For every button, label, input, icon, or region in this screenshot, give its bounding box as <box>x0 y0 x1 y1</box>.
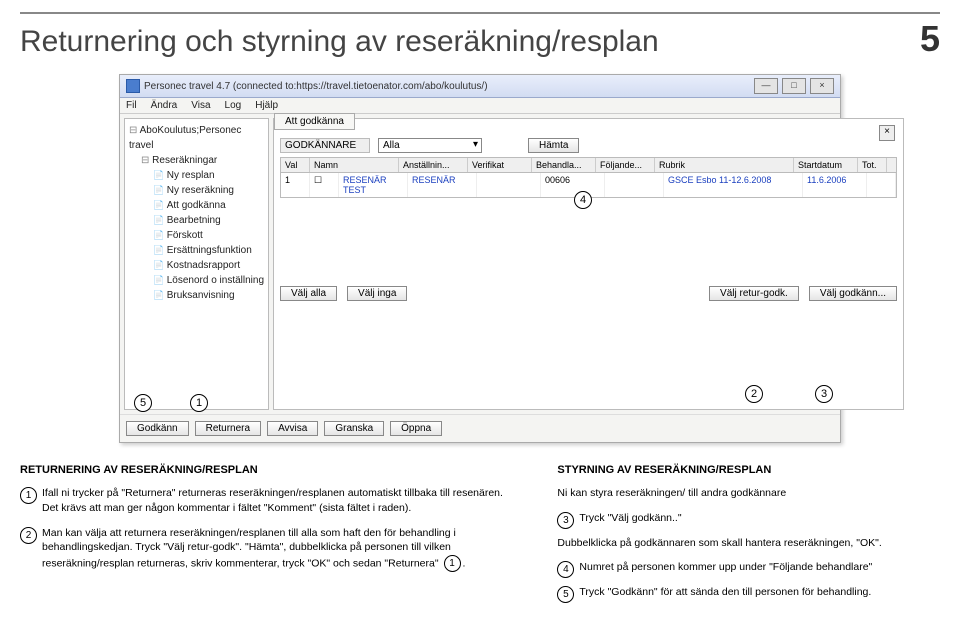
row-checkbox[interactable]: ☐ <box>310 173 339 197</box>
left-heading: RETURNERING AV RESERÄKNING/RESPLAN <box>20 463 517 478</box>
right-p-dbl: Dubbelklicka på godkännaren som skall ha… <box>557 536 940 551</box>
inline-step-1-icon: 1 <box>444 555 461 572</box>
left-p2-end: . <box>463 557 466 569</box>
left-para-1: 1 Ifall ni trycker på "Returnera" return… <box>20 486 517 515</box>
filter-label: GODKÄNNARE <box>280 138 370 153</box>
col-beh[interactable]: Behandla... <box>532 158 596 172</box>
valj-alla-button[interactable]: Välj alla <box>280 286 337 301</box>
right-p4-text: Numret på personen kommer upp under "Föl… <box>579 561 872 573</box>
panel-close-icon[interactable]: × <box>879 125 895 141</box>
row-tot <box>867 173 896 197</box>
row-anst: RESENÄR <box>408 173 477 197</box>
menu-andra[interactable]: Ändra <box>151 100 178 111</box>
valj-retur-button[interactable]: Välj retur-godk. <box>709 286 799 301</box>
right-para-4: 4 Numret på personen kommer upp under "F… <box>557 560 940 575</box>
page-title: Returnering och styrning av reseräkning/… <box>20 25 659 59</box>
right-p1: Ni kan styra reseräkningen/ till andra g… <box>557 486 940 501</box>
menu-log[interactable]: Log <box>225 100 242 111</box>
menu-fil[interactable]: Fil <box>126 100 137 111</box>
col-ver[interactable]: Verifikat <box>468 158 532 172</box>
tree-item[interactable]: Ny reseräkning <box>129 183 264 198</box>
fetch-button[interactable]: Hämta <box>528 138 579 153</box>
granska-button[interactable]: Granska <box>324 421 384 436</box>
right-p3-text: Tryck "Välj godkänn.." <box>579 512 681 524</box>
row-rubrik: GSCE Esbo 11-12.6.2008 <box>664 173 803 197</box>
app-window: Personec travel 4.7 (connected to:https:… <box>119 74 841 443</box>
tree-root[interactable]: AboKoulutus;Personec travel <box>129 123 264 153</box>
tree-item[interactable]: Att godkänna <box>129 198 264 213</box>
tree-item[interactable]: Kostnadsrapport <box>129 258 264 273</box>
godkann-button[interactable]: Godkänn <box>126 421 189 436</box>
close-button[interactable]: × <box>810 78 834 94</box>
row-ver <box>477 173 541 197</box>
callout-3: 3 <box>815 385 833 403</box>
menu-hjalp[interactable]: Hjälp <box>255 100 278 111</box>
right-para-5: 5 Tryck "Godkänn" för att sända den till… <box>557 585 940 600</box>
app-icon <box>126 79 140 93</box>
tree-item[interactable]: Förskott <box>129 228 264 243</box>
menu-visa[interactable]: Visa <box>191 100 210 111</box>
bottom-toolbar: Godkänn Returnera Avvisa Granska Öppna <box>120 414 840 442</box>
returnera-button[interactable]: Returnera <box>195 421 261 436</box>
col-rubrik[interactable]: Rubrik <box>655 158 794 172</box>
col-folj[interactable]: Följande... <box>596 158 655 172</box>
row-folj <box>605 173 664 197</box>
minimize-button[interactable]: — <box>754 78 778 94</box>
tree-item[interactable]: Ny resplan <box>129 168 264 183</box>
step-5-icon: 5 <box>557 586 574 603</box>
page-number: 5 <box>920 18 940 60</box>
avvisa-button[interactable]: Avvisa <box>267 421 318 436</box>
valj-godkann-button[interactable]: Välj godkänn... <box>809 286 897 301</box>
step-2-icon: 2 <box>20 527 37 544</box>
callout-2: 2 <box>745 385 763 403</box>
row-start: 11.6.2006 <box>803 173 867 197</box>
step-3-icon: 3 <box>557 512 574 529</box>
right-p5-text: Tryck "Godkänn" för att sända den till p… <box>579 586 871 598</box>
filter-dropdown[interactable]: Alla <box>378 138 482 153</box>
valj-inga-button[interactable]: Välj inga <box>347 286 407 301</box>
tree-item[interactable]: Ersättningsfunktion <box>129 243 264 258</box>
right-pdbl-text: Dubbelklicka på godkännaren som skall ha… <box>557 537 881 549</box>
row-index: 1 <box>281 173 310 197</box>
col-namn[interactable]: Namn <box>310 158 399 172</box>
step-1-icon: 1 <box>20 487 37 504</box>
content-panel: Att godkänna × GODKÄNNARE Alla Hämta Val… <box>273 118 904 410</box>
tree-item[interactable]: Lösenord o inställning <box>129 273 264 288</box>
window-title: Personec travel 4.7 (connected to:https:… <box>144 81 488 92</box>
maximize-button[interactable]: □ <box>782 78 806 94</box>
grid-header: Val Namn Anställnin... Verifikat Behandl… <box>280 157 897 173</box>
col-val[interactable]: Val <box>281 158 310 172</box>
left-para-2: 2 Man kan välja att returnera reseräknin… <box>20 526 517 572</box>
nav-tree[interactable]: AboKoulutus;Personec travel Reseräkninga… <box>124 118 269 410</box>
col-anst[interactable]: Anställnin... <box>399 158 468 172</box>
oppna-button[interactable]: Öppna <box>390 421 442 436</box>
tab-att-godkanna[interactable]: Att godkänna <box>274 113 355 130</box>
right-para-3: 3 Tryck "Välj godkänn.." <box>557 511 940 526</box>
tree-item[interactable]: Bruksanvisning <box>129 288 264 303</box>
right-p1-text: Ni kan styra reseräkningen/ till andra g… <box>557 487 786 499</box>
left-p1-text: Ifall ni trycker på "Returnera" returner… <box>42 487 503 514</box>
tree-group[interactable]: Reseräkningar <box>129 153 264 168</box>
menubar: Fil Ändra Visa Log Hjälp <box>120 98 840 114</box>
step-4-icon: 4 <box>557 561 574 578</box>
callout-4: 4 <box>574 191 592 209</box>
callout-5: 5 <box>134 394 152 412</box>
left-p2-text: Man kan välja att returnera reseräkninge… <box>42 527 456 570</box>
callout-1: 1 <box>190 394 208 412</box>
row-namn: RESENÄR TEST <box>339 173 408 197</box>
col-tot[interactable]: Tot. <box>858 158 887 172</box>
col-start[interactable]: Startdatum <box>794 158 858 172</box>
titlebar: Personec travel 4.7 (connected to:https:… <box>120 75 840 98</box>
tree-item[interactable]: Bearbetning <box>129 213 264 228</box>
right-heading: STYRNING AV RESERÄKNING/RESPLAN <box>557 463 940 478</box>
row-beh: 00606 <box>541 173 605 197</box>
